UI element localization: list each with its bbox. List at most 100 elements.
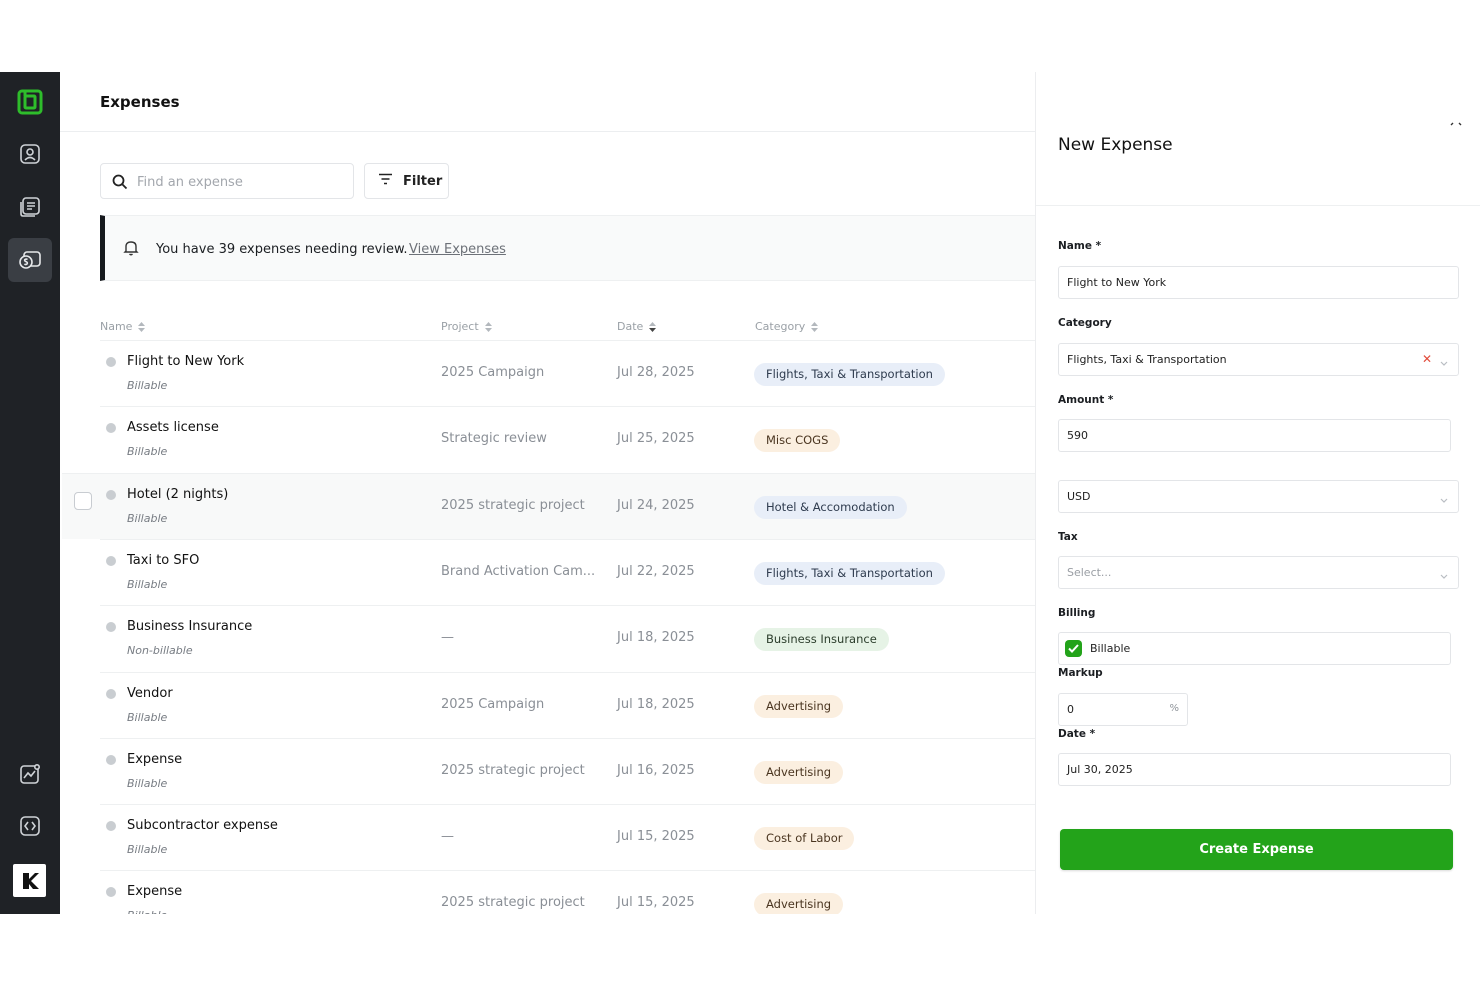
billing-status: Billable: [127, 379, 168, 392]
expense-date: Jul 28, 2025: [617, 365, 695, 380]
bell-icon: [123, 239, 139, 260]
expense-date: Jul 24, 2025: [617, 497, 695, 513]
category-label: Category: [1058, 317, 1112, 329]
status-dot-icon: [106, 688, 116, 699]
status-dot-icon: [106, 754, 116, 765]
chevron-down-icon[interactable]: [1440, 493, 1448, 506]
search-box[interactable]: [100, 163, 354, 199]
clear-icon[interactable]: ✕: [1422, 352, 1432, 366]
filter-button[interactable]: Filter: [364, 163, 449, 199]
review-banner: You have 39 expenses needing review. Vie…: [100, 215, 1035, 281]
expense-date: Jul 15, 2025: [617, 895, 695, 911]
expense-name: Business Insurance: [127, 619, 253, 635]
table-row[interactable]: Taxi to SFO Billable Brand Activation Cam.…: [100, 538, 1035, 605]
amount-value: 590: [1067, 429, 1088, 442]
table-row[interactable]: Expense Billable 2025 strategic project Jul…: [100, 737, 1035, 804]
table-row[interactable]: Flight to New York Billable 2025 Campaign J…: [100, 340, 1035, 406]
expense-date: Jul 22, 2025: [617, 563, 695, 579]
table-row[interactable]: Business Insurance Non-billable — Jul 18, 2…: [100, 605, 1035, 671]
close-icon[interactable]: [1450, 116, 1462, 129]
search-input[interactable]: [137, 172, 342, 192]
billing-status: Non-billable: [127, 644, 193, 658]
expense-name: Hotel (2 nights): [127, 486, 229, 502]
category-badge: Advertising: [754, 893, 844, 914]
sort-icon: [138, 321, 146, 332]
expense-name: Flight to New York: [127, 354, 245, 369]
checkbox-checked-icon[interactable]: [1065, 640, 1082, 657]
category-badge: Flights, Taxi & Transportation: [754, 363, 945, 386]
contacts-icon[interactable]: [8, 132, 52, 176]
date-value: Jul 30, 2025: [1067, 763, 1133, 776]
table-row[interactable]: Vendor Billable 2025 Campaign Jul 18, 2025 A…: [100, 671, 1035, 738]
sort-icon: [484, 321, 492, 332]
table-row[interactable]: Hotel (2 nights) Billable 2025 strategic p…: [62, 472, 1035, 539]
name-field[interactable]: Flight to New York: [1058, 266, 1459, 299]
tax-label: Tax: [1058, 531, 1078, 543]
search-icon: [112, 174, 128, 194]
expense-date: Jul 25, 2025: [617, 431, 695, 447]
chevron-down-icon[interactable]: [1440, 569, 1448, 582]
project-name: 2025 Campaign: [441, 696, 545, 712]
project-name: 2025 Campaign: [441, 365, 545, 380]
expense-date: Jul 18, 2025: [617, 630, 695, 646]
expense-name: Vendor: [127, 685, 173, 701]
reports-icon[interactable]: [8, 752, 52, 796]
status-dot-icon: [106, 821, 116, 832]
date-label: Date *: [1058, 728, 1096, 740]
project-name: 2025 strategic project: [441, 895, 585, 911]
panel-divider: [1036, 205, 1480, 206]
project-name: 2025 strategic project: [441, 497, 585, 513]
documents-icon[interactable]: [8, 185, 52, 229]
status-dot-icon: [106, 489, 116, 500]
billing-status: Billable: [127, 577, 168, 591]
markup-value: 0: [1067, 703, 1074, 716]
column-header-name[interactable]: Name: [100, 320, 146, 333]
billing-status: Billable: [127, 445, 168, 459]
category-badge: Misc COGS: [754, 429, 841, 453]
expense-name: Assets license: [127, 420, 219, 436]
header-divider: [60, 131, 1035, 132]
date-field[interactable]: Jul 30, 2025: [1058, 753, 1451, 786]
table-row[interactable]: Assets license Billable Strategic review Ju…: [100, 406, 1035, 472]
row-checkbox[interactable]: [74, 491, 92, 510]
billing-status: Billable: [127, 843, 168, 857]
main-content: Expenses Filter You: [60, 72, 1035, 914]
new-expense-panel: New Expense Name * Flight to New York Ca…: [1035, 72, 1480, 914]
filter-icon: [378, 173, 393, 189]
expense-name: Subcontractor expense: [127, 818, 278, 834]
currency-select[interactable]: USD: [1058, 480, 1459, 513]
expense-date: Jul 15, 2025: [617, 829, 695, 845]
name-label: Name *: [1058, 240, 1102, 252]
currency-value: USD: [1067, 490, 1091, 503]
billing-status: Billable: [127, 909, 167, 914]
status-dot-icon: [106, 423, 116, 434]
billable-checkbox-field[interactable]: Billable: [1058, 632, 1451, 665]
category-badge: Flights, Taxi & Transportation: [754, 561, 945, 585]
category-badge: Advertising: [754, 694, 844, 718]
expense-name: Taxi to SFO: [127, 552, 200, 568]
amount-label: Amount *: [1058, 394, 1114, 406]
expense-name: Expense: [127, 751, 183, 767]
expenses-icon[interactable]: [8, 238, 52, 282]
column-header-date[interactable]: Date: [617, 320, 657, 333]
category-select[interactable]: Flights, Taxi & Transportation ✕: [1058, 343, 1459, 376]
column-header-category[interactable]: Category: [755, 320, 819, 333]
project-name: 2025 strategic project: [441, 762, 585, 778]
table-row[interactable]: Subcontractor expense Billable — Jul 15, 20…: [100, 804, 1035, 870]
view-expenses-link[interactable]: View Expenses: [409, 242, 506, 257]
markup-field[interactable]: 0 %: [1058, 693, 1188, 726]
category-value: Flights, Taxi & Transportation: [1067, 353, 1227, 366]
column-header-project[interactable]: Project: [441, 320, 492, 333]
category-badge: Cost of Labor: [754, 827, 855, 851]
tax-select[interactable]: Select...: [1058, 556, 1459, 589]
table-row[interactable]: Expense Billable 2025 strategic project Jul…: [100, 870, 1035, 914]
app-logo-icon[interactable]: [8, 80, 52, 124]
project-name: —: [441, 829, 454, 845]
chevron-down-icon[interactable]: [1440, 356, 1448, 369]
amount-field[interactable]: 590: [1058, 419, 1451, 452]
integrations-icon[interactable]: [8, 804, 52, 848]
create-expense-button[interactable]: Create Expense: [1060, 829, 1453, 870]
brand-logo-icon[interactable]: [13, 864, 46, 897]
panel-title: New Expense: [1058, 135, 1173, 155]
status-dot-icon: [106, 622, 116, 633]
